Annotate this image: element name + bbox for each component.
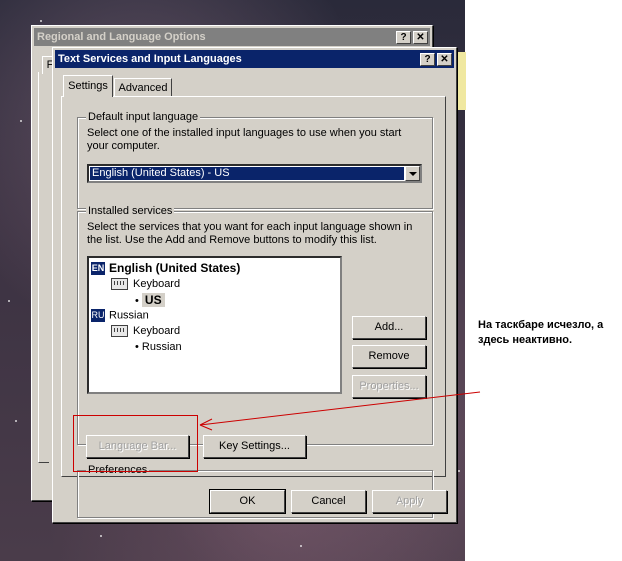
key-settings-button[interactable]: Key Settings... [203, 435, 306, 458]
list-item[interactable]: • Russian [135, 341, 182, 353]
regional-help-button[interactable]: ? [396, 31, 411, 44]
list-item[interactable]: Keyboard [111, 278, 181, 291]
regional-close-button[interactable]: ✕ [413, 31, 428, 44]
cancel-button[interactable]: Cancel [291, 490, 366, 513]
annotation-text: На таскбаре исчезло, а здесь неактивно. [478, 319, 604, 346]
list-item[interactable]: RU Russian [91, 309, 149, 322]
highlight-box [73, 415, 198, 472]
layout-label: Russian [141, 341, 182, 353]
chevron-down-icon[interactable] [405, 166, 420, 181]
installed-services-description: Select the services that you want for ea… [87, 221, 413, 246]
default-language-description: Select one of the installed input langua… [87, 127, 402, 152]
regional-options-title: Regional and Language Options [37, 31, 206, 43]
installed-services-group: Installed services Select the services t… [77, 205, 433, 445]
language-name: Russian [109, 309, 149, 322]
list-item[interactable]: EN English (United States) [91, 261, 241, 276]
apply-button[interactable]: Apply [372, 490, 447, 513]
layout-label: US [141, 293, 165, 307]
properties-button[interactable]: Properties... [352, 375, 426, 398]
default-language-group: Default input language Select one of the… [77, 111, 433, 209]
add-button[interactable]: Add... [352, 316, 426, 339]
list-item[interactable]: • US [135, 293, 165, 307]
dialog-close-button[interactable]: ✕ [437, 53, 452, 66]
default-language-label: Default input language [86, 111, 201, 123]
default-language-value: English (United States) - US [90, 167, 404, 180]
default-language-select[interactable]: English (United States) - US [87, 164, 422, 183]
keyboard-icon [111, 278, 128, 291]
bullet-icon: • [135, 295, 142, 307]
category-label: Keyboard [133, 325, 181, 337]
tab-advanced[interactable]: Advanced [114, 78, 172, 97]
dialog-title: Text Services and Input Languages [58, 53, 242, 65]
language-badge: EN [91, 262, 105, 276]
ok-button[interactable]: OK [209, 489, 286, 514]
dialog-titlebar: Text Services and Input Languages ? ✕ [55, 50, 454, 68]
regional-tab-panel [38, 72, 49, 463]
bullet-icon: • [135, 341, 142, 353]
tab-settings[interactable]: Settings [63, 75, 113, 97]
regional-options-titlebar: Regional and Language Options ? ✕ [34, 28, 430, 46]
remove-button[interactable]: Remove [352, 345, 426, 368]
keyboard-icon [111, 325, 128, 338]
installed-services-label: Installed services [86, 205, 175, 217]
category-label: Keyboard [133, 278, 181, 290]
services-list[interactable]: EN English (United States) Keyboard • US … [87, 256, 342, 394]
language-badge: RU [91, 309, 105, 322]
dialog-help-button[interactable]: ? [420, 53, 435, 66]
language-name: English (United States) [109, 261, 241, 275]
list-item[interactable]: Keyboard [111, 325, 181, 338]
